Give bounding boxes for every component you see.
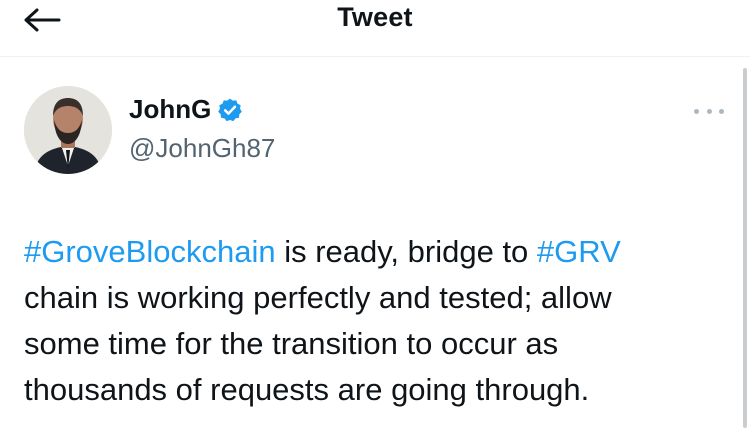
- scrollbar[interactable]: [743, 68, 747, 428]
- avatar[interactable]: [24, 86, 112, 174]
- more-button[interactable]: [694, 104, 724, 118]
- avatar-photo: [24, 86, 112, 174]
- tweet-line: #GroveBlockchain is ready, bridge to #GR…: [24, 229, 724, 275]
- tweet-text-segment: some time for the transition to occur as: [24, 326, 559, 361]
- tweet-text: #GroveBlockchain is ready, bridge to #GR…: [24, 229, 724, 413]
- tweet-text-segment: is ready, bridge to: [275, 234, 537, 269]
- tweet-line: some time for the transition to occur as: [24, 321, 724, 367]
- tweet-text-segment: thousands of requests are going through.: [24, 372, 590, 407]
- more-horizontal-icon-dot: [706, 108, 712, 114]
- tweet-line: chain is working perfectly and tested; a…: [24, 275, 724, 321]
- header-divider: [0, 56, 750, 57]
- author-name[interactable]: JohnG: [129, 94, 211, 125]
- more-horizontal-icon-dot: [719, 108, 724, 114]
- verified-badge-icon: [218, 98, 243, 121]
- hashtag-link[interactable]: #GroveBlockchain: [24, 234, 276, 269]
- author-handle[interactable]: @JohnGh87: [129, 133, 275, 164]
- top-bar: Tweet: [0, 0, 750, 40]
- page-title: Tweet: [337, 2, 413, 32]
- author-row: JohnG: [129, 94, 243, 125]
- tweet-line: thousands of requests are going through.: [24, 367, 724, 413]
- tweet-text-segment: chain is working perfectly and tested; a…: [24, 280, 612, 315]
- more-horizontal-icon-dot: [694, 108, 699, 114]
- hashtag-link[interactable]: #GRV: [537, 234, 621, 269]
